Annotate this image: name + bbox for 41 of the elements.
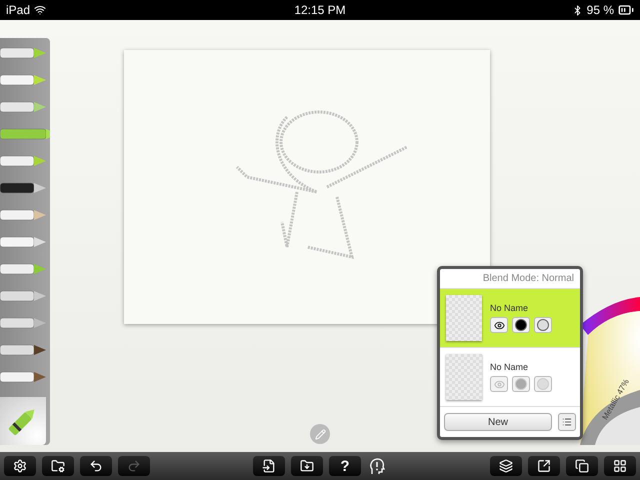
tips-button[interactable]	[367, 456, 387, 476]
layer-row[interactable]: No Name	[440, 289, 580, 348]
copy-icon	[575, 459, 589, 473]
folder-button[interactable]	[291, 456, 323, 476]
eye-icon	[494, 378, 504, 390]
folder-download-icon	[300, 459, 314, 473]
new-layer-button[interactable]: New	[444, 413, 552, 431]
list-icon	[562, 417, 572, 427]
lock-button[interactable]	[534, 317, 552, 333]
share-icon	[537, 459, 551, 473]
color-wheel[interactable]	[580, 295, 640, 445]
redo-icon	[127, 459, 141, 473]
layer-name: No Name	[490, 362, 530, 372]
share-button[interactable]	[528, 456, 560, 476]
layer-thumbnail	[446, 354, 482, 400]
undo-button[interactable]	[80, 456, 112, 476]
undo-icon	[89, 459, 103, 473]
gallery-button[interactable]	[604, 456, 636, 476]
device-name: iPad	[6, 3, 30, 17]
help-button[interactable]: ?	[329, 456, 361, 476]
status-time: 12:15 PM	[294, 3, 346, 17]
gears-icon	[13, 459, 27, 473]
settings-button[interactable]	[4, 456, 36, 476]
import-icon	[262, 459, 276, 473]
pencil-icon	[314, 428, 326, 440]
folder-gear-icon	[51, 459, 65, 473]
head-icon	[369, 457, 385, 475]
import-button[interactable]	[253, 456, 285, 476]
folder-button[interactable]	[42, 456, 74, 476]
eye-icon	[494, 320, 504, 330]
layers-button[interactable]	[490, 456, 522, 476]
grid-icon	[613, 459, 627, 473]
menu-button[interactable]	[558, 413, 576, 431]
layers-icon	[499, 459, 513, 473]
copy-button[interactable]	[566, 456, 598, 476]
opacity-button[interactable]	[512, 317, 530, 333]
visibility-button[interactable]	[490, 317, 508, 333]
bluetooth-icon	[572, 4, 583, 16]
layer-name: No Name	[490, 303, 530, 313]
layer-thumbnail	[446, 295, 482, 341]
battery-percent: 95 %	[586, 3, 614, 17]
